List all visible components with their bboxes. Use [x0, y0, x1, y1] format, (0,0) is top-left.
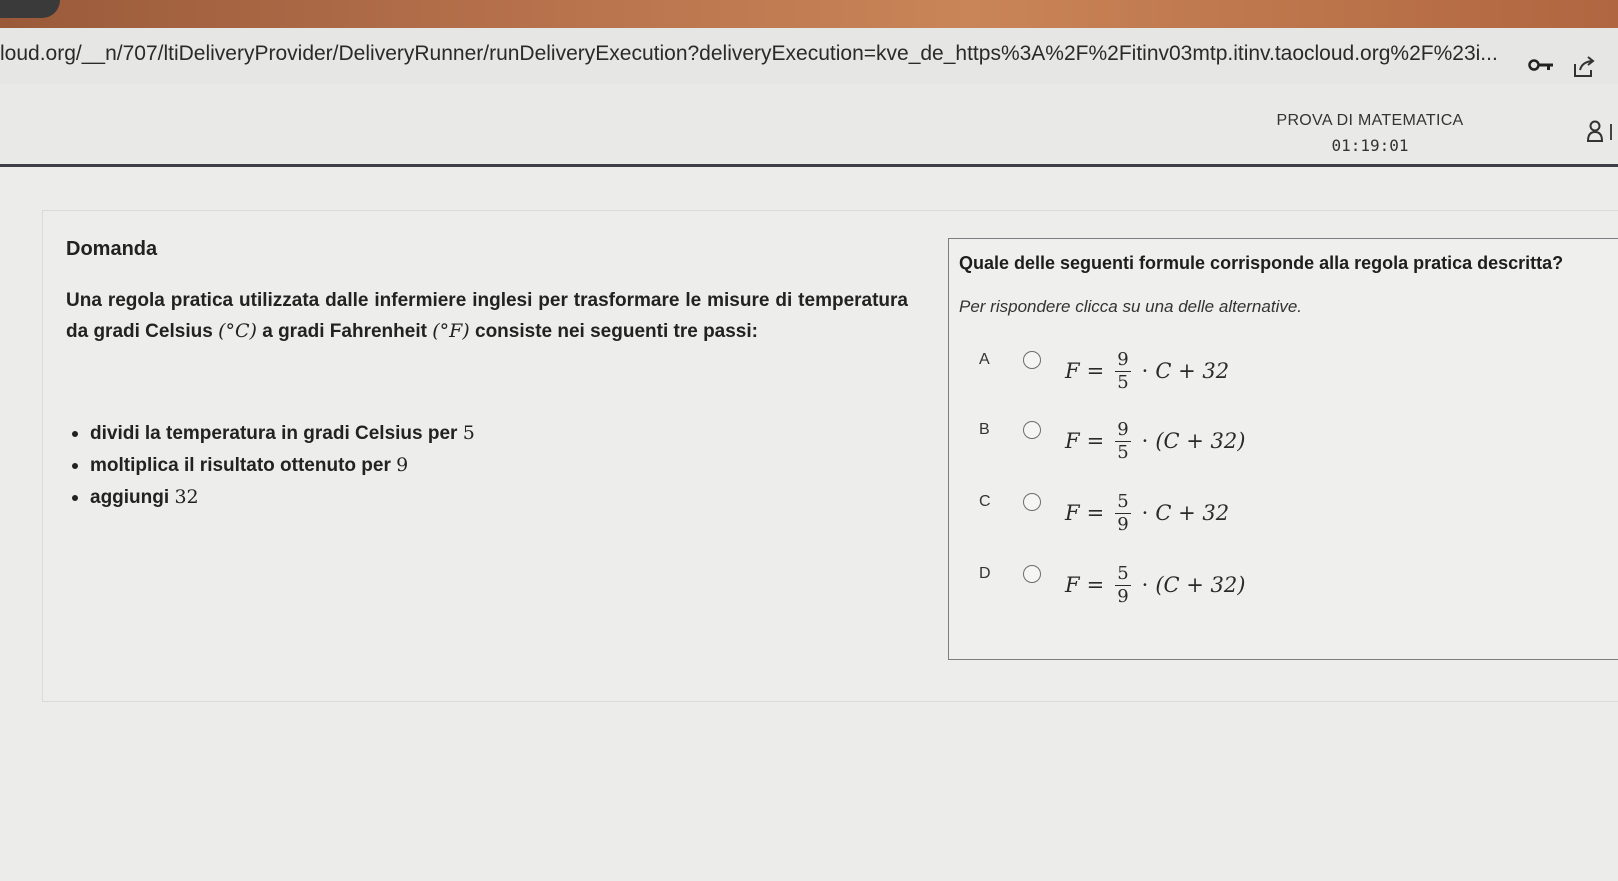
- countdown-timer: 01:19:01: [1331, 136, 1409, 155]
- browser-tabstrip: [0, 0, 1618, 28]
- choice-letter: D: [979, 565, 991, 582]
- choice-b[interactable]: B F = 9 5 · (C + 32): [979, 413, 1379, 469]
- formula-dot: ·: [1141, 573, 1149, 597]
- choice-formula: F = 9 5 · (C + 32): [1065, 413, 1245, 469]
- key-icon[interactable]: [1528, 58, 1554, 72]
- choice-letter: C: [979, 493, 991, 510]
- choice-formula: F = 9 5 · C + 32: [1065, 343, 1229, 399]
- fraction-denominator: 5: [1117, 371, 1129, 393]
- list-item: aggiungi 32: [72, 486, 475, 518]
- fraction: 9 5: [1115, 348, 1131, 394]
- choice-a[interactable]: A F = 9 5 · C + 32: [979, 343, 1379, 399]
- formula-lhs: F: [1065, 501, 1080, 525]
- url-text[interactable]: loud.org/__n/707/ltiDeliveryProvider/Del…: [0, 42, 1520, 66]
- formula-dot: ·: [1141, 429, 1149, 453]
- choice-formula: F = 5 9 · C + 32: [1065, 485, 1229, 541]
- fraction-denominator: 9: [1117, 513, 1129, 535]
- formula-equals: =: [1086, 359, 1105, 383]
- step-number: 32: [174, 486, 199, 508]
- radio-button[interactable]: [1023, 493, 1041, 511]
- steps-list: dividi la temperatura in gradi Celsius p…: [72, 422, 475, 518]
- choice-formula: F = 5 9 · (C + 32): [1065, 557, 1245, 613]
- formula-lhs: F: [1065, 573, 1080, 597]
- choice-c[interactable]: C F = 5 9 · C + 32: [979, 485, 1379, 541]
- question-stimulus: Una regola pratica utilizzata dalle infe…: [66, 286, 908, 347]
- formula-equals: =: [1086, 429, 1105, 453]
- browser-tab-corner[interactable]: [0, 0, 60, 18]
- fraction-numerator: 5: [1115, 562, 1131, 586]
- formula-lhs: F: [1065, 429, 1080, 453]
- formula-lhs: F: [1065, 359, 1080, 383]
- question-heading: Domanda: [66, 238, 158, 260]
- browser-address-bar[interactable]: loud.org/__n/707/ltiDeliveryProvider/Del…: [0, 28, 1618, 85]
- step-number: 9: [396, 454, 409, 476]
- formula-dot: ·: [1141, 501, 1149, 525]
- formula-rhs: (C + 32): [1155, 573, 1246, 597]
- formula-rhs: C + 32: [1155, 501, 1230, 525]
- formula-dot: ·: [1141, 359, 1149, 383]
- list-item: moltiplica il risultato ottenuto per 9: [72, 454, 475, 486]
- formula-rhs: C + 32: [1155, 359, 1230, 383]
- fraction-numerator: 9: [1115, 418, 1131, 442]
- fraction: 9 5: [1115, 418, 1131, 464]
- interaction-prompt: Quale delle seguenti formule corrisponde…: [959, 253, 1564, 273]
- step-text: moltiplica il risultato ottenuto per: [90, 455, 391, 476]
- test-title: PROVA DI MATEMATICA: [1276, 112, 1464, 129]
- fraction-numerator: 5: [1115, 490, 1131, 514]
- step-number: 5: [462, 422, 475, 444]
- list-item: dividi la temperatura in gradi Celsius p…: [72, 422, 475, 454]
- radio-button[interactable]: [1023, 351, 1041, 369]
- fraction: 5 9: [1115, 562, 1131, 608]
- radio-button[interactable]: [1023, 565, 1041, 583]
- user-icon[interactable]: [1586, 120, 1604, 142]
- choice-letter: B: [979, 421, 990, 438]
- fraction: 5 9: [1115, 490, 1131, 536]
- choice-interaction: Quale delle seguenti formule corrisponde…: [948, 238, 1618, 660]
- step-text: aggiungi: [90, 487, 170, 508]
- fahrenheit-symbol: (°F): [432, 320, 470, 342]
- fraction-denominator: 9: [1117, 585, 1129, 607]
- radio-button[interactable]: [1023, 421, 1041, 439]
- share-icon[interactable]: [1572, 56, 1596, 78]
- interaction-instruction: Per rispondere clicca su una delle alter…: [959, 297, 1303, 316]
- formula-rhs: (C + 32): [1155, 429, 1246, 453]
- formula-equals: =: [1086, 501, 1105, 525]
- fraction-denominator: 5: [1117, 441, 1129, 463]
- menu-divider: [1610, 124, 1612, 140]
- formula-equals: =: [1086, 573, 1105, 597]
- stimulus-text-3: consiste nei seguenti tre passi:: [475, 321, 758, 342]
- fraction-numerator: 9: [1115, 348, 1131, 372]
- stimulus-text-2: a gradi Fahrenheit: [262, 321, 427, 342]
- step-text: dividi la temperatura in gradi Celsius p…: [90, 423, 458, 444]
- celsius-symbol: (°C): [218, 320, 257, 342]
- choice-d[interactable]: D F = 5 9 · (C + 32): [979, 557, 1379, 613]
- choice-letter: A: [979, 351, 990, 368]
- test-header: PROVA DI MATEMATICA 01:19:01: [0, 84, 1618, 167]
